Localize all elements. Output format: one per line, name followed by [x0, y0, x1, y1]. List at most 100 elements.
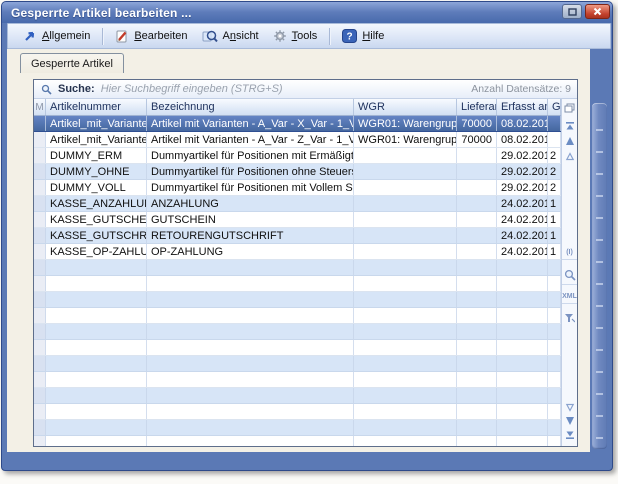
cell-lieferant — [457, 148, 497, 163]
tab-gesperrte-artikel[interactable]: Gesperrte Artikel — [20, 53, 124, 73]
menu-item-label: Hilfe — [362, 30, 384, 42]
cell-wgr — [354, 244, 457, 259]
cell-m — [34, 196, 46, 211]
search-label: Suche: — [58, 83, 95, 95]
window-title: Gesperrte Artikel bearbeiten ... — [11, 6, 192, 20]
column-chooser-icon[interactable] — [562, 101, 577, 114]
cell-bezeichnung: Artikel mit Varianten - A_Var - X_Var - … — [147, 116, 354, 131]
cell-bezeichnung: Artikel mit Varianten - A_Var - Z_Var - … — [147, 132, 354, 147]
column-header-m[interactable]: M — [34, 99, 46, 115]
cell-erfasst-am: 24.02.2012 — [497, 244, 548, 259]
table-row[interactable]: DUMMY_VOLLDummyartikel für Positionen mi… — [34, 180, 561, 196]
column-header-lieferant[interactable]: Lieferant — [457, 99, 497, 115]
menu-item-label: Allgemein — [42, 30, 90, 42]
scroll-last-icon[interactable] — [562, 429, 577, 441]
table-row[interactable]: Artikel_mit_Varianten.001Artikel mit Var… — [34, 116, 561, 132]
cell-erfasst-am: 29.02.2012 — [497, 180, 548, 195]
column-header-bezeichnung[interactable]: Bezeichnung — [147, 99, 354, 115]
cell-g: 1 — [548, 244, 561, 259]
cell-lieferant: 70000 — [457, 116, 497, 131]
cell-bezeichnung: ANZAHLUNG — [147, 196, 354, 211]
scroll-first-icon[interactable] — [562, 120, 577, 132]
article-grid: Suche: Hier Suchbegriff eingeben (STRG+S… — [33, 79, 578, 447]
scroll-up-small-icon[interactable] — [562, 150, 577, 162]
column-header-erfasst_am[interactable]: Erfasst am — [497, 99, 548, 115]
menu-item-label: Bearbeiten — [134, 30, 187, 42]
search-tool-icon[interactable] — [562, 267, 577, 285]
info-button[interactable]: (I) — [562, 247, 577, 260]
menu-item-tools[interactable]: Tools — [266, 26, 325, 46]
cell-erfasst-am: 24.02.2012 — [497, 196, 548, 211]
table: MArtikelnummerBezeichnungWGRLieferantErf… — [34, 99, 561, 446]
cell-bezeichnung: Dummyartikel für Positionen mit Vollem S… — [147, 180, 354, 195]
menu-item-hilfe[interactable]: ? Hilfe — [335, 26, 391, 46]
cell-artikelnummer: DUMMY_OHNE — [46, 164, 147, 179]
menu-item-label: Ansicht — [223, 30, 259, 42]
magnifier-doc-icon — [202, 29, 218, 43]
cell-m — [34, 164, 46, 179]
column-header-artikelnummer[interactable]: Artikelnummer — [46, 99, 147, 115]
empty-row — [34, 276, 561, 292]
cell-m — [34, 244, 46, 259]
search-bar[interactable]: Suche: Hier Suchbegriff eingeben (STRG+S… — [34, 80, 577, 99]
scroll-down-small-icon[interactable] — [562, 401, 577, 413]
menu-item-allgemein[interactable]: Allgemein — [16, 27, 97, 46]
restore-button[interactable] — [562, 4, 582, 19]
cell-artikelnummer: DUMMY_ERM — [46, 148, 147, 163]
search-input[interactable]: Hier Suchbegriff eingeben (STRG+S) — [101, 83, 472, 95]
empty-row — [34, 340, 561, 356]
cell-g — [548, 132, 561, 147]
cell-artikelnummer: DUMMY_VOLL — [46, 180, 147, 195]
cell-lieferant — [457, 164, 497, 179]
empty-row — [34, 308, 561, 324]
cell-lieferant — [457, 180, 497, 195]
cell-artikelnummer: KASSE_GUTSCHRIFT — [46, 228, 147, 243]
cell-bezeichnung: Dummyartikel für Positionen mit Ermäßigt… — [147, 148, 354, 163]
table-row[interactable]: KASSE_ANZAHLUNGANZAHLUNG24.02.20121 — [34, 196, 561, 212]
table-row[interactable]: KASSE_GUTSCHRIFTRETOURENGUTSCHRIFT24.02.… — [34, 228, 561, 244]
cell-g: 1 — [548, 228, 561, 243]
cell-erfasst-am: 29.02.2012 — [497, 164, 548, 179]
table-header: MArtikelnummerBezeichnungWGRLieferantErf… — [34, 99, 561, 116]
empty-row — [34, 420, 561, 436]
column-header-wgr[interactable]: WGR — [354, 99, 457, 115]
help-icon: ? — [342, 29, 357, 43]
scroll-up-icon[interactable] — [562, 135, 577, 147]
cell-lieferant — [457, 196, 497, 211]
empty-row — [34, 372, 561, 388]
cell-wgr — [354, 212, 457, 227]
table-row[interactable]: DUMMY_OHNEDummyartikel für Positionen oh… — [34, 164, 561, 180]
menu-item-label: Tools — [292, 30, 318, 42]
gear-icon — [273, 29, 287, 43]
cell-bezeichnung: RETOURENGUTSCHRIFT — [147, 228, 354, 243]
filter-icon[interactable] — [562, 311, 577, 324]
cell-erfasst-am: 24.02.2012 — [497, 212, 548, 227]
table-row[interactable]: Artikel_mit_Varianten.002Artikel mit Var… — [34, 132, 561, 148]
empty-row — [34, 292, 561, 308]
cell-g: 1 — [548, 196, 561, 211]
xml-label: XML — [562, 293, 577, 300]
cell-m — [34, 180, 46, 195]
cell-erfasst-am: 29.02.2012 — [497, 148, 548, 163]
cell-wgr — [354, 148, 457, 163]
column-header-g[interactable]: G — [548, 99, 561, 115]
scroll-down-icon[interactable] — [562, 415, 577, 427]
empty-row — [34, 260, 561, 276]
titlebar[interactable]: Gesperrte Artikel bearbeiten ... — [2, 2, 612, 23]
cell-wgr: WGR01: Warengruppe 1 — [354, 116, 457, 131]
cell-lieferant — [457, 244, 497, 259]
table-row[interactable]: KASSE_GUTSCHEINGUTSCHEIN24.02.20121 — [34, 212, 561, 228]
close-button[interactable] — [585, 4, 610, 19]
form-vertical-scrollbar[interactable] — [592, 103, 607, 449]
table-row[interactable]: KASSE_OP-ZAHLUNGOP-ZAHLUNG24.02.20121 — [34, 244, 561, 260]
menu-separator — [329, 28, 330, 45]
xml-export-button[interactable]: XML — [562, 292, 577, 304]
cell-erfasst-am: 08.02.2012 — [497, 116, 548, 131]
close-icon — [593, 7, 602, 16]
menu-item-ansicht[interactable]: Ansicht — [195, 26, 266, 46]
menu-item-bearbeiten[interactable]: Bearbeiten — [108, 26, 194, 46]
cell-wgr: WGR01: Warengruppe 1 — [354, 132, 457, 147]
table-row[interactable]: DUMMY_ERMDummyartikel für Positionen mit… — [34, 148, 561, 164]
cell-m — [34, 212, 46, 227]
cell-lieferant — [457, 212, 497, 227]
